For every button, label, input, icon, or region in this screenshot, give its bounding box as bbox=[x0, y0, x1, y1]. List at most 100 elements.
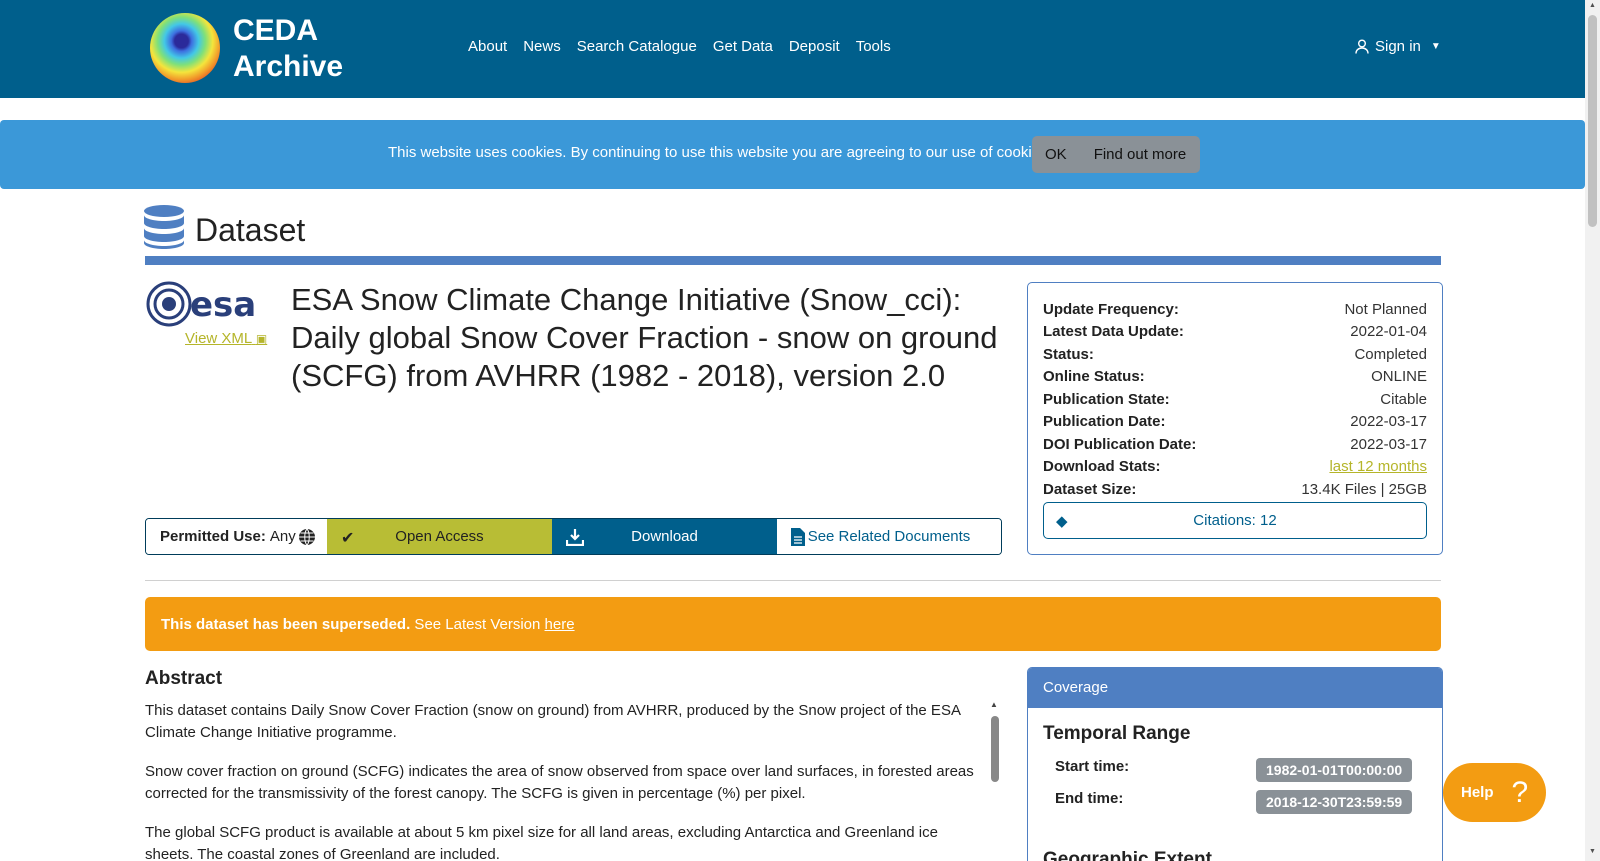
svg-text:esa: esa bbox=[190, 285, 256, 325]
ceda-logo[interactable] bbox=[150, 13, 220, 83]
scroll-down-arrow-icon[interactable]: ▼ bbox=[1589, 848, 1596, 855]
help-button[interactable]: Help ? bbox=[1443, 763, 1546, 822]
abstract-paragraph: Snow cover fraction on ground (SCFG) ind… bbox=[145, 763, 974, 802]
book-icon: ◆ bbox=[1056, 513, 1068, 530]
temporal-range-heading: Temporal Range bbox=[1043, 723, 1191, 744]
permitted-use-value: Any bbox=[269, 528, 296, 545]
info-row-online-status: Online Status: ONLINE bbox=[1043, 368, 1427, 385]
document-icon bbox=[791, 528, 805, 546]
start-time-badge: 1982-01-01T00:00:00 bbox=[1256, 758, 1413, 782]
download-button[interactable]: Download bbox=[552, 519, 777, 554]
info-row-update-frequency: Update Frequency: Not Planned bbox=[1043, 301, 1427, 318]
info-row-doi-publication-date: DOI Publication Date: 2022-03-17 bbox=[1043, 436, 1427, 453]
permitted-use-label: Permitted Use: bbox=[160, 528, 266, 545]
cookie-buttons: OK Find out more bbox=[1032, 136, 1201, 173]
info-value: Completed bbox=[1354, 346, 1427, 363]
info-label: Download Stats: bbox=[1043, 458, 1161, 475]
geographic-extent-heading: Geographic Extent bbox=[1043, 849, 1212, 861]
main-nav: About News Search Catalogue Get Data Dep… bbox=[468, 38, 891, 55]
info-label: DOI Publication Date: bbox=[1043, 436, 1197, 453]
cookie-text: This website uses cookies. By continuing… bbox=[388, 144, 1052, 161]
superseded-text: See Latest Version bbox=[410, 616, 545, 633]
info-row-publication-state: Publication State: Citable bbox=[1043, 391, 1427, 408]
cookie-ok-button[interactable]: OK bbox=[1032, 136, 1080, 173]
abstract-heading: Abstract bbox=[145, 668, 223, 689]
abstract-paragraph: The global SCFG product is available at … bbox=[145, 824, 938, 861]
info-value: Not Planned bbox=[1344, 301, 1427, 318]
info-value: 2022-03-17 bbox=[1350, 413, 1427, 430]
info-value: ONLINE bbox=[1371, 368, 1427, 385]
download-icon bbox=[566, 529, 584, 546]
info-row-latest-update: Latest Data Update: 2022-01-04 bbox=[1043, 323, 1427, 340]
related-documents-label: See Related Documents bbox=[807, 528, 971, 545]
scroll-up-arrow-icon[interactable]: ▲ bbox=[1589, 2, 1596, 9]
brand-line-2: Archive bbox=[233, 50, 344, 83]
brand-name[interactable]: CEDA Archive bbox=[233, 13, 343, 85]
view-xml-label: View XML bbox=[185, 330, 252, 347]
page-title: Dataset bbox=[195, 212, 306, 248]
info-label: Dataset Size: bbox=[1043, 481, 1137, 498]
superseded-bold: This dataset has been superseded. bbox=[161, 616, 411, 633]
superseded-alert: This dataset has been superseded. See La… bbox=[145, 597, 1441, 651]
caret-down-icon: ▼ bbox=[1430, 41, 1441, 52]
heading-divider bbox=[145, 256, 1441, 265]
scroll-up-icon[interactable]: ▲ bbox=[990, 700, 998, 709]
citations-button[interactable]: ◆ Citations: 12 bbox=[1043, 502, 1427, 539]
question-icon: ? bbox=[1511, 775, 1529, 809]
download-stats-link[interactable]: last 12 months bbox=[1329, 458, 1427, 475]
cookie-find-out-more-button[interactable]: Find out more bbox=[1079, 136, 1201, 173]
abstract-body: This dataset contains Daily Snow Cover F… bbox=[145, 700, 990, 861]
view-xml-link[interactable]: View XML ▣ bbox=[185, 330, 267, 347]
citations-label: Citations: 12 bbox=[1193, 512, 1277, 529]
dataset-info-panel: Update Frequency: Not Planned Latest Dat… bbox=[1027, 282, 1443, 555]
globe-icon bbox=[298, 528, 315, 545]
abstract-paragraph: This dataset contains Daily Snow Cover F… bbox=[145, 702, 961, 741]
file-code-icon: ▣ bbox=[255, 332, 268, 346]
info-value: 13.4K Files | 25GB bbox=[1301, 481, 1427, 498]
coverage-header: Coverage bbox=[1028, 668, 1442, 708]
info-row-download-stats: Download Stats: last 12 months bbox=[1043, 458, 1427, 475]
brand-line-1: CEDA bbox=[233, 14, 319, 47]
start-time-label: Start time: bbox=[1055, 758, 1130, 775]
info-label: Latest Data Update: bbox=[1043, 323, 1184, 340]
end-time-badge: 2018-12-30T23:59:59 bbox=[1256, 790, 1413, 814]
database-icon bbox=[144, 205, 184, 249]
end-time-label: End time: bbox=[1055, 790, 1124, 807]
info-row-publication-date: Publication Date: 2022-03-17 bbox=[1043, 413, 1427, 430]
download-label: Download bbox=[631, 528, 698, 545]
abstract-scroll-thumb[interactable] bbox=[991, 716, 999, 782]
help-label: Help bbox=[1461, 784, 1494, 801]
permitted-use: Permitted Use: Any bbox=[146, 519, 327, 554]
info-label: Publication Date: bbox=[1043, 413, 1166, 430]
nav-deposit[interactable]: Deposit bbox=[789, 38, 840, 55]
latest-version-link[interactable]: here bbox=[545, 616, 575, 633]
info-row-dataset-size: Dataset Size: 13.4K Files | 25GB bbox=[1043, 481, 1427, 498]
page-scroll-thumb[interactable] bbox=[1588, 15, 1597, 227]
info-label: Status: bbox=[1043, 346, 1094, 363]
info-value: 2022-01-04 bbox=[1350, 323, 1427, 340]
open-access-button[interactable]: ✔ Open Access bbox=[327, 519, 552, 554]
user-icon bbox=[1355, 39, 1369, 54]
dataset-actions: Permitted Use: Any ✔ Open Access Downloa… bbox=[145, 518, 1002, 555]
info-row-status: Status: Completed bbox=[1043, 346, 1427, 363]
info-label: Update Frequency: bbox=[1043, 301, 1179, 318]
page-scrollbar[interactable]: ▲ ▼ bbox=[1585, 0, 1600, 861]
cookie-banner: This website uses cookies. By continuing… bbox=[0, 120, 1585, 189]
info-value: Citable bbox=[1380, 391, 1427, 408]
check-icon: ✔ bbox=[341, 530, 355, 547]
info-value: 2022-03-17 bbox=[1350, 436, 1427, 453]
top-navbar: CEDA Archive About News Search Catalogue… bbox=[0, 0, 1585, 98]
dataset-title: ESA Snow Climate Change Initiative (Snow… bbox=[291, 282, 998, 393]
nav-tools[interactable]: Tools bbox=[856, 38, 891, 55]
nav-news[interactable]: News bbox=[523, 38, 561, 55]
esa-logo: esa bbox=[146, 281, 256, 327]
section-divider bbox=[145, 580, 1441, 581]
nav-get-data[interactable]: Get Data bbox=[713, 38, 773, 55]
signin-label: Sign in bbox=[1375, 38, 1421, 55]
nav-search-catalogue[interactable]: Search Catalogue bbox=[577, 38, 697, 55]
signin-dropdown[interactable]: Sign in ▼ bbox=[1355, 38, 1441, 55]
nav-about[interactable]: About bbox=[468, 38, 507, 55]
info-label: Publication State: bbox=[1043, 391, 1170, 408]
abstract-scrollbar[interactable]: ▲ bbox=[990, 700, 1000, 861]
related-documents-button[interactable]: See Related Documents bbox=[777, 519, 1001, 554]
